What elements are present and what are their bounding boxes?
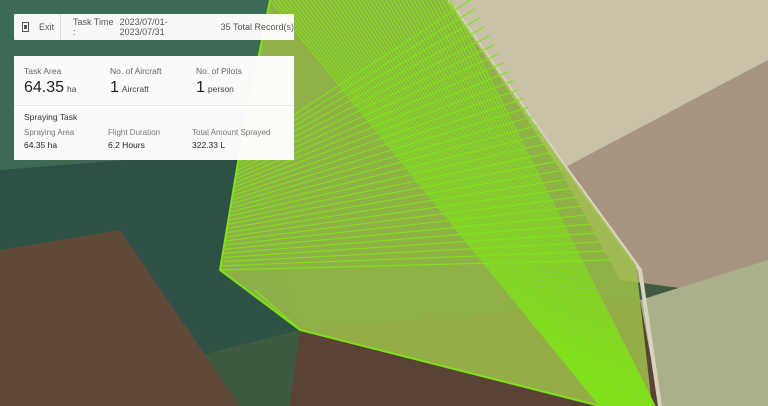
pilots-label: No. of Pilots xyxy=(196,66,242,76)
records-count: 35 Total Record(s) xyxy=(220,22,294,32)
spraying-area-label: Spraying Area xyxy=(24,128,75,137)
pilots-value: 1 person xyxy=(196,79,234,96)
spraying-area-cell: Spraying Area 64.35 ha xyxy=(24,128,108,150)
task-area-label: Task Area xyxy=(24,66,62,76)
summary-row: Task Area 64.35 ha No. of Aircraft 1 Aircr… xyxy=(14,56,294,106)
task-area-value: 64.35 ha xyxy=(24,79,77,96)
exit-icon xyxy=(22,22,31,32)
flight-duration-value: 6.2 Hours xyxy=(108,140,145,150)
aircraft-stat: No. of Aircraft 1 Aircraft xyxy=(110,66,196,105)
total-sprayed-cell: Total Amount Sprayed 322.33 L xyxy=(192,128,292,150)
spraying-area-value: 64.35 ha xyxy=(24,140,58,150)
exit-label: Exit xyxy=(39,22,55,32)
task-area-unit: ha xyxy=(67,84,77,94)
exit-button[interactable]: Exit xyxy=(14,14,62,40)
pilots-unit: person xyxy=(207,84,234,94)
aircraft-label: No. of Aircraft xyxy=(110,66,162,76)
task-time-label: Task Time : xyxy=(73,17,114,37)
spraying-task-title: Spraying Task xyxy=(24,112,78,122)
total-sprayed-label: Total Amount Sprayed xyxy=(192,128,271,137)
spraying-task-section: Spraying Task Spraying Area 64.35 ha Fli… xyxy=(14,106,294,156)
summary-panel: Task Area 64.35 ha No. of Aircraft 1 Aircr… xyxy=(14,56,294,160)
task-time-value[interactable]: 2023/07/01-2023/07/31 xyxy=(120,17,209,37)
pilots-stat: No. of Pilots 1 person xyxy=(196,66,282,105)
spraying-task-details: Spraying Area 64.35 ha Flight Duration 6… xyxy=(24,128,284,150)
aircraft-unit: Aircraft xyxy=(121,84,149,94)
total-sprayed-value: 322.33 L xyxy=(192,140,226,150)
task-area-stat: Task Area 64.35 ha xyxy=(24,66,110,105)
flight-duration-label: Flight Duration xyxy=(108,128,161,137)
aircraft-value: 1 Aircraft xyxy=(110,79,149,96)
flight-duration-cell: Flight Duration 6.2 Hours xyxy=(108,128,192,150)
task-toolbar: Exit Task Time : 2023/07/01-2023/07/31 3… xyxy=(14,14,294,40)
